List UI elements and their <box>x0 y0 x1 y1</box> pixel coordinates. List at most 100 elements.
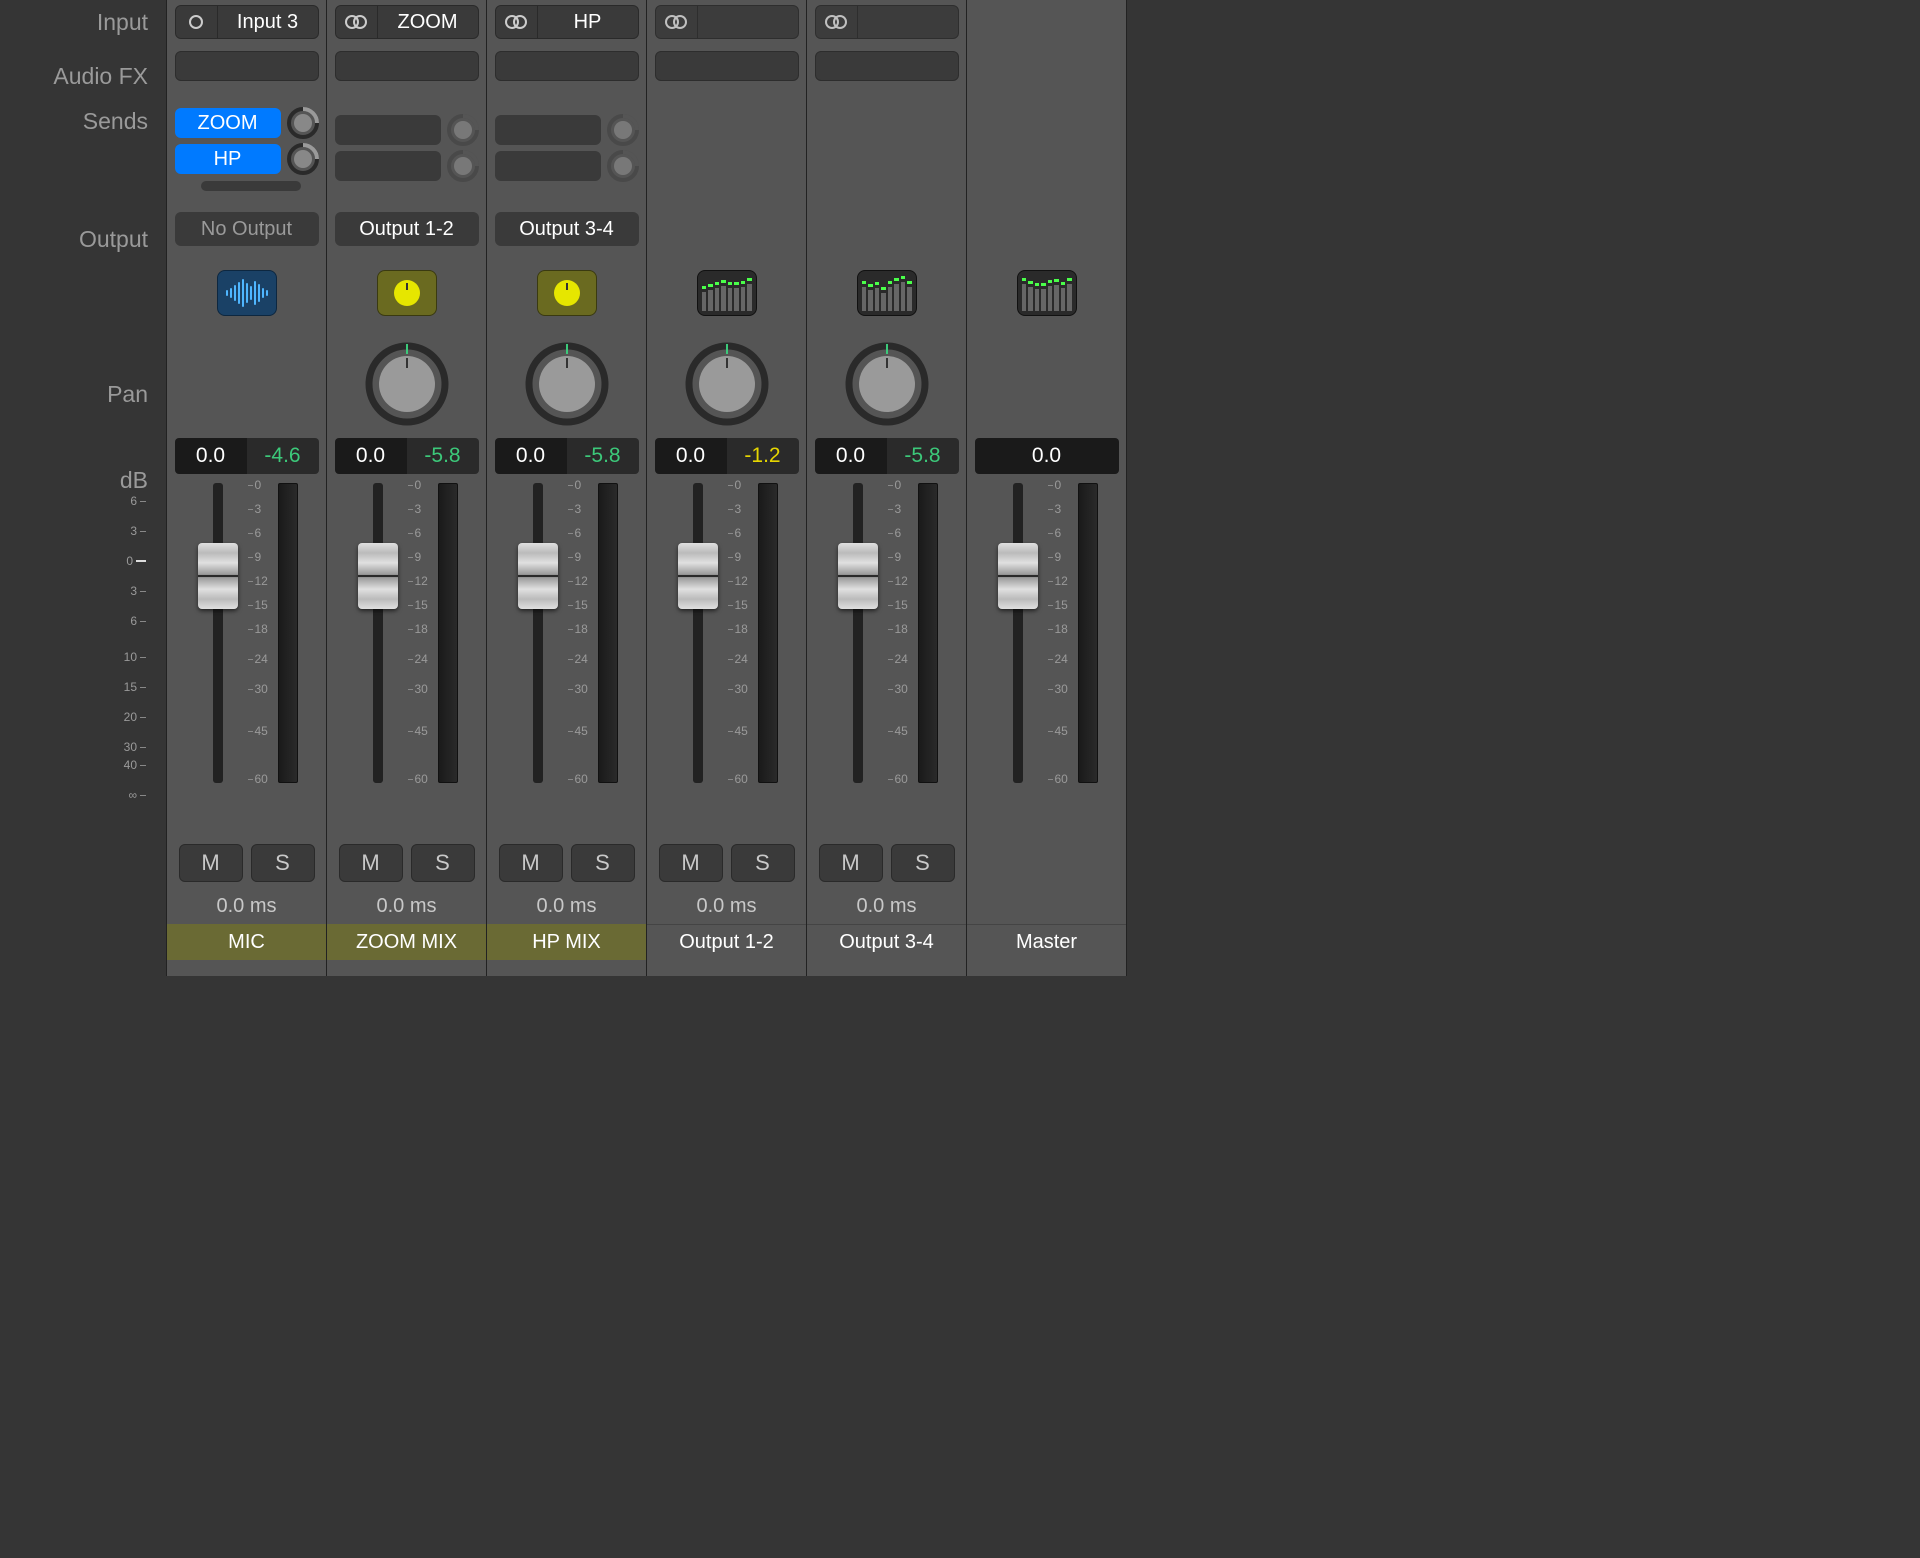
db-readout[interactable]: 0.0-5.8 <box>495 438 639 474</box>
waveform-icon <box>226 279 268 307</box>
input-name[interactable]: ZOOM <box>378 6 478 38</box>
channel-type-icon[interactable] <box>537 270 597 316</box>
fader-cap[interactable] <box>838 543 878 609</box>
send-level-knob[interactable] <box>287 143 319 175</box>
channel-type-icon[interactable] <box>217 270 277 316</box>
input-name[interactable] <box>858 6 958 38</box>
input-mode-button[interactable] <box>176 6 218 38</box>
input-name[interactable]: Input 3 <box>218 6 318 38</box>
send-label-button[interactable] <box>495 115 601 145</box>
input-mode-button[interactable] <box>656 6 698 38</box>
volume-fader[interactable] <box>213 483 223 783</box>
input-slot[interactable]: HP <box>495 5 639 39</box>
solo-button[interactable]: S <box>731 844 795 882</box>
stereo-icon <box>825 15 847 29</box>
db-readout[interactable]: 0.0-4.6 <box>175 438 319 474</box>
input-name[interactable] <box>698 6 798 38</box>
volume-fader[interactable] <box>373 483 383 783</box>
send-label-button[interactable] <box>335 151 441 181</box>
channel-type-icon[interactable] <box>1017 270 1077 316</box>
delay-value[interactable]: 0.0 ms <box>536 895 596 918</box>
volume-fader[interactable] <box>853 483 863 783</box>
audio-fx-slot[interactable] <box>175 51 319 81</box>
input-mode-button[interactable] <box>336 6 378 38</box>
output-slot[interactable]: Output 3-4 <box>495 212 639 246</box>
fader-cap[interactable] <box>358 543 398 609</box>
send-label-button[interactable] <box>495 151 601 181</box>
db-readout[interactable]: 0.0-1.2 <box>655 438 799 474</box>
delay-value[interactable]: 0.0 ms <box>376 895 436 918</box>
input-slot[interactable] <box>655 5 799 39</box>
channel-hpmix: HPOutput 3-40.0-5.8036912151824304560MS0… <box>487 0 647 976</box>
fader-cap[interactable] <box>678 543 718 609</box>
send-stub[interactable] <box>201 181 301 191</box>
solo-button[interactable]: S <box>411 844 475 882</box>
delay-value[interactable]: 0.0 ms <box>696 895 756 918</box>
send-level-knob[interactable] <box>447 150 479 182</box>
solo-button[interactable]: S <box>891 844 955 882</box>
pan-knob[interactable] <box>685 342 769 426</box>
channel-name[interactable]: Master <box>967 924 1126 960</box>
send-label-button[interactable] <box>335 115 441 145</box>
mute-button[interactable]: M <box>659 844 723 882</box>
input-name[interactable]: HP <box>538 6 638 38</box>
input-slot[interactable] <box>815 5 959 39</box>
output-slot[interactable]: Output 1-2 <box>335 212 479 246</box>
send-level-knob[interactable] <box>607 114 639 146</box>
input-mode-button[interactable] <box>816 6 858 38</box>
mute-button[interactable]: M <box>499 844 563 882</box>
pan-knob[interactable] <box>525 342 609 426</box>
send-level-knob[interactable] <box>607 150 639 182</box>
meter-scale: 036912151824304560 <box>726 478 752 788</box>
channel-name[interactable]: Output 3-4 <box>807 924 966 960</box>
channel-type-icon[interactable] <box>857 270 917 316</box>
audio-fx-slot[interactable] <box>655 51 799 81</box>
pan-knob[interactable] <box>365 342 449 426</box>
fader-section: 036912151824304560 <box>655 478 799 798</box>
send-label-button[interactable]: ZOOM <box>175 108 281 138</box>
volume-fader[interactable] <box>1013 483 1023 783</box>
volume-fader[interactable] <box>693 483 703 783</box>
channel-name[interactable]: ZOOM MIX <box>327 924 486 960</box>
send-row <box>335 114 479 146</box>
db-value: 0.0 <box>655 438 727 474</box>
mute-button[interactable]: M <box>179 844 243 882</box>
mixer-icon <box>862 275 912 311</box>
db-readout[interactable]: 0.0-5.8 <box>335 438 479 474</box>
mute-button[interactable]: M <box>819 844 883 882</box>
send-label-button[interactable]: HP <box>175 144 281 174</box>
pan-knob[interactable] <box>845 342 929 426</box>
channel-name[interactable]: HP MIX <box>487 924 646 960</box>
level-meter <box>278 483 298 783</box>
mute-button[interactable]: M <box>339 844 403 882</box>
input-slot[interactable]: Input 3 <box>175 5 319 39</box>
volume-fader[interactable] <box>533 483 543 783</box>
delay-value[interactable]: 0.0 ms <box>216 895 276 918</box>
db-readout[interactable]: 0.0-5.8 <box>815 438 959 474</box>
audio-fx-slot[interactable] <box>335 51 479 81</box>
channel-type-icon[interactable] <box>377 270 437 316</box>
channel-name[interactable]: Output 1-2 <box>647 924 806 960</box>
input-slot[interactable]: ZOOM <box>335 5 479 39</box>
output-slot[interactable]: No Output <box>175 212 319 246</box>
fader-cap[interactable] <box>198 543 238 609</box>
channel-name[interactable]: MIC <box>167 924 326 960</box>
peak-value: -5.8 <box>407 438 479 474</box>
fader-cap[interactable] <box>998 543 1038 609</box>
stereo-icon <box>505 15 527 29</box>
solo-button[interactable]: S <box>251 844 315 882</box>
send-level-knob[interactable] <box>447 114 479 146</box>
send-level-knob[interactable] <box>287 107 319 139</box>
audio-fx-slot[interactable] <box>815 51 959 81</box>
fader-cap[interactable] <box>518 543 558 609</box>
delay-value[interactable]: 0.0 ms <box>856 895 916 918</box>
channel-type-icon[interactable] <box>697 270 757 316</box>
send-row: HP <box>175 143 319 175</box>
solo-button[interactable]: S <box>571 844 635 882</box>
db-value: 0.0 <box>175 438 247 474</box>
audio-fx-slot[interactable] <box>495 51 639 81</box>
input-mode-button[interactable] <box>496 6 538 38</box>
channel-zoommix: ZOOM Output 1-2 0.0-5.8 036912151824304560 M… <box>327 0 487 976</box>
fader-section: 036912151824304560 <box>335 478 479 798</box>
db-readout[interactable]: 0.0 <box>975 438 1119 474</box>
